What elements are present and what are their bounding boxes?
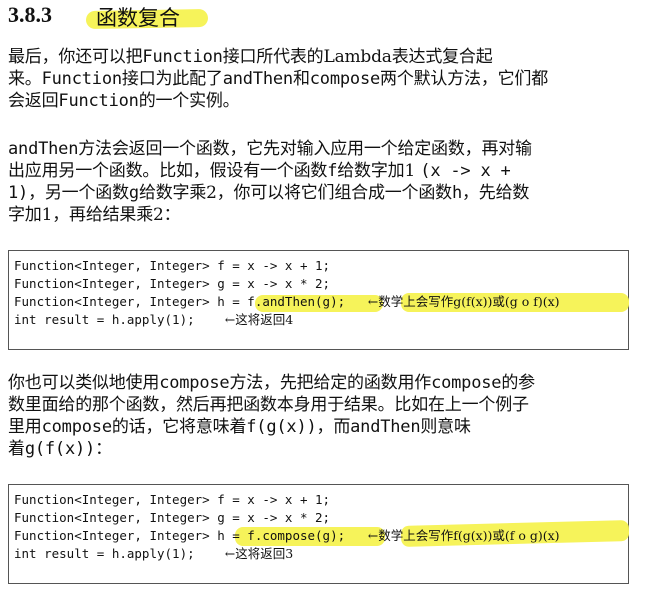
text-run: 接口所代表的Lambda表达式复合起	[222, 47, 493, 67]
code-term: compose	[431, 373, 502, 393]
text-line: 字加1，再给结果乘2：	[8, 204, 633, 226]
code-term: (x -> x +	[420, 161, 511, 181]
text-run: 里用	[8, 417, 42, 437]
text-run: ，另一个函数	[28, 183, 129, 203]
code-term: andThen	[8, 139, 79, 159]
text-line: 出应用另一个函数。比如，假设有一个函数f给数字加1 (x -> x +	[8, 160, 633, 182]
section-number: 3.8.3	[8, 2, 52, 27]
paragraph-compose: 你也可以类似地使用compose方法，先把给定的函数用作compose的参 数里…	[8, 372, 633, 460]
code-term: h	[451, 183, 462, 203]
code-term: compose	[159, 373, 230, 393]
code-block-compose: Function<Integer, Integer> f = x -> x + …	[8, 484, 630, 584]
text-run: 的参	[501, 373, 535, 393]
paragraph-andthen: andThen方法会返回一个函数，它先对输入应用一个给定函数，再对输 出应用另一…	[8, 138, 633, 226]
code-term: g(f(x))	[24, 439, 96, 459]
code-text: Function<Integer, Integer> h = f.andThen…	[14, 294, 346, 309]
text-line: 你也可以类似地使用compose方法，先把给定的函数用作compose的参	[8, 372, 633, 394]
text-run: 方法会返回一个函数，它先对输入应用一个给定函数，再对输	[78, 139, 532, 159]
code-term: compose	[309, 69, 381, 89]
text-line: andThen方法会返回一个函数，它先对输入应用一个给定函数，再对输	[8, 138, 633, 160]
code-term: f(g(x))	[246, 417, 317, 437]
text-run: ：	[95, 439, 112, 459]
code-block-andthen: Function<Integer, Integer> f = x -> x + …	[8, 250, 629, 350]
code-line: int result = h.apply(1); ←这将返回4	[14, 311, 293, 329]
text-run: 接口为此配了	[121, 69, 223, 89]
text-line: 1)，另一个函数g给数字乘2，你可以将它们组合成一个函数h，先给数	[8, 182, 633, 204]
text-line: 会返回Function的一个实例。	[8, 90, 633, 112]
text-run: 会返回	[8, 91, 59, 111]
text-run: 则意味	[420, 417, 471, 437]
code-term: andThen	[350, 417, 421, 437]
text-run: 方法，先把给定的函数用作	[229, 373, 432, 393]
code-line: Function<Integer, Integer> f = x -> x + …	[14, 492, 331, 507]
code-line: Function<Integer, Integer> g = x -> x * …	[14, 510, 331, 525]
text-run: ，先给数	[462, 183, 530, 203]
code-annotation: ←这将返回4	[224, 312, 294, 327]
text-line: 着g(f(x))：	[8, 438, 633, 460]
text-line: 数里面给的那个函数，然后再把函数本身用于结果。比如在上一个例子	[8, 394, 633, 416]
text-line: 最后，你还可以把Function接口所代表的Lambda表达式复合起	[8, 46, 633, 68]
code-text: int result = h.apply(1);	[14, 312, 195, 327]
code-term: 1)	[8, 183, 29, 203]
code-text: Function<Integer, Integer> h = f.compose…	[14, 528, 346, 543]
text-run: 两个默认方法，它们都	[380, 69, 549, 89]
text-run: 来。	[8, 69, 42, 89]
section-title: 函数复合	[96, 6, 180, 30]
text-run: 的话，它将意味着	[111, 417, 247, 437]
code-line: Function<Integer, Integer> h = f.compose…	[14, 527, 626, 545]
text-run: 字加1，再给结果乘2：	[8, 205, 181, 225]
code-term: Function	[142, 47, 223, 67]
code-term: f	[327, 161, 338, 181]
code-term: andThen	[222, 69, 293, 89]
code-annotation: ←数学上会写作g(f(x))或(g o f)(x)	[367, 294, 560, 309]
code-text: int result = h.apply(1);	[14, 546, 195, 561]
text-run: 和	[292, 69, 310, 89]
code-line: Function<Integer, Integer> f = x -> x + …	[14, 258, 331, 273]
text-run: ，而	[316, 417, 351, 437]
text-run: 出应用另一个函数。比如，假设有一个函数	[8, 161, 328, 181]
code-line: Function<Integer, Integer> g = x -> x * …	[14, 276, 331, 291]
text-line: 来。Function接口为此配了andThen和compose两个默认方法，它们…	[8, 68, 633, 90]
code-term: compose	[41, 417, 112, 437]
code-term: Function	[58, 91, 139, 111]
text-line: 里用compose的话，它将意味着f(g(x))，而andThen则意味	[8, 416, 633, 438]
code-term: Function	[41, 69, 122, 89]
text-run: 数里面给的那个函数，然后再把函数本身用于结果。比如在上一个例子	[8, 395, 529, 415]
code-annotation: ←这将返回3	[224, 546, 294, 561]
text-run: 的一个实例。	[138, 91, 240, 111]
code-term: g	[128, 183, 139, 203]
code-line: Function<Integer, Integer> h = f.andThen…	[14, 293, 626, 311]
text-run: 你也可以类似地使用	[8, 373, 160, 393]
code-annotation: ←数学上会写作f(g(x))或(f o g)(x)	[367, 528, 560, 543]
text-run: 最后，你还可以把	[8, 47, 143, 67]
code-line: int result = h.apply(1); ←这将返回3	[14, 545, 293, 563]
text-run: 着	[8, 439, 25, 459]
text-run: 给数字加1	[337, 161, 421, 181]
text-run: 给数字乘2，你可以将它们组合成一个函数	[138, 183, 452, 203]
paragraph-intro: 最后，你还可以把Function接口所代表的Lambda表达式复合起 来。Fun…	[8, 46, 633, 112]
